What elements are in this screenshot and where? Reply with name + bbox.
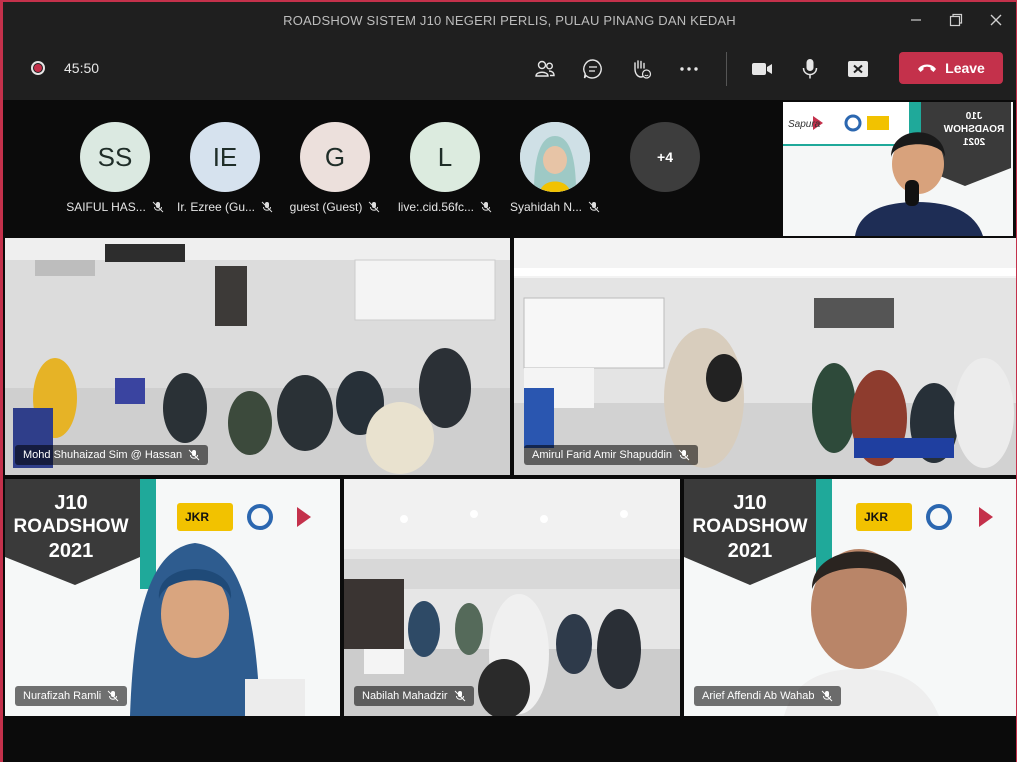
avatar-photo <box>520 122 590 192</box>
close-icon[interactable] <box>976 2 1016 38</box>
avatar: L <box>410 122 480 192</box>
stop-share-icon <box>848 61 868 77</box>
avatar: G <box>300 122 370 192</box>
window-controls <box>896 2 1016 38</box>
camera-button[interactable] <box>747 54 777 84</box>
raise-hand-icon <box>634 60 652 79</box>
participants-button[interactable] <box>530 54 560 84</box>
video-feed <box>5 238 510 475</box>
roadshow-badge: J10 ROADSHOW 2021 <box>692 492 808 562</box>
bottom-area <box>3 717 1016 762</box>
more-participants-item[interactable]: +4 <box>615 122 715 192</box>
video-tile[interactable]: Mohd Shuhaizad Sim @ Hassan <box>5 238 510 475</box>
mic-off-icon <box>821 690 832 702</box>
participant-name: Ir. Ezree (Gu... <box>176 200 256 214</box>
mic-off-icon <box>107 690 119 702</box>
roadshow-badge-mirrored: J10 ROADSHOW 2021 <box>943 111 1005 148</box>
tile-name-label: Mohd Shuhaizad Sim @ Hassan <box>15 445 209 465</box>
tile-name: Nabilah Mahadzir <box>362 690 448 702</box>
participant-avatar-item[interactable]: IE Ir. Ezree (Gu... <box>175 122 275 214</box>
restore-icon[interactable] <box>936 2 976 38</box>
tile-name: Amirul Farid Amir Shapuddin <box>532 449 673 461</box>
jkr-logo: JKR <box>185 510 210 524</box>
mic-off-icon <box>480 201 492 213</box>
meeting-timer: 45:50 <box>64 60 100 76</box>
participant-avatar-item[interactable]: SS SAIFUL HAS... <box>65 122 165 214</box>
roadshow-badge: J10 ROADSHOW 2021 <box>13 492 129 562</box>
more-icon <box>680 67 698 71</box>
mic-off-icon <box>261 201 273 213</box>
hang-up-icon <box>918 64 937 72</box>
microphone-button[interactable] <box>795 54 825 84</box>
chat-button[interactable] <box>578 54 608 84</box>
participant-name: live:.cid.56fc... <box>397 200 475 214</box>
window-title: ROADSHOW SISTEM J10 NEGERI PERLIS, PULAU… <box>283 12 736 28</box>
overflow-count[interactable]: +4 <box>630 122 700 192</box>
participant-name: SAIFUL HAS... <box>66 200 146 214</box>
people-icon <box>535 60 555 77</box>
participant-name: Syahidah N... <box>509 200 583 214</box>
video-tile[interactable]: Amirul Farid Amir Shapuddin <box>514 238 1017 475</box>
participant-strip: SS SAIFUL HAS... IE Ir. Ezree (Gu... G g… <box>3 100 783 236</box>
jkr-logo: JKR <box>864 510 889 524</box>
video-tile[interactable]: J10 ROADSHOW 2021 JKR Arief Affendi Ab W… <box>684 479 1017 716</box>
minimize-icon[interactable] <box>896 2 936 38</box>
mic-off-icon <box>454 690 465 702</box>
mic-off-icon <box>188 449 200 461</box>
reactions-button[interactable] <box>626 54 656 84</box>
leave-label: Leave <box>945 60 985 76</box>
tile-name-label: Amirul Farid Amir Shapuddin <box>524 445 699 465</box>
tile-name: Nurafizah Ramli <box>23 690 102 702</box>
avatar: SS <box>80 122 150 192</box>
tile-name: Mohd Shuhaizad Sim @ Hassan <box>23 449 183 461</box>
meeting-toolbar: 45:50 Leave <box>3 38 1016 100</box>
video-feed <box>514 238 1017 475</box>
mic-off-icon <box>368 201 380 213</box>
mic-off-icon <box>678 449 690 461</box>
recording-icon <box>31 61 45 75</box>
self-view-video[interactable]: Sapura J10 ROADSHOW 2021 <box>783 102 1013 236</box>
share-button[interactable] <box>843 54 873 84</box>
participant-avatar-item[interactable]: L live:.cid.56fc... <box>395 122 495 214</box>
leave-button[interactable]: Leave <box>899 52 1003 84</box>
microphone-icon <box>802 59 818 79</box>
participant-name: guest (Guest) <box>289 200 363 214</box>
mic-off-icon <box>588 201 600 213</box>
tile-name: Arief Affendi Ab Wahab <box>702 690 815 702</box>
more-actions-button[interactable] <box>674 54 704 84</box>
video-tile[interactable]: J10 ROADSHOW 2021 JKR Nurafizah Ramli <box>5 479 340 716</box>
mic-off-icon <box>152 201 164 213</box>
title-bar: ROADSHOW SISTEM J10 NEGERI PERLIS, PULAU… <box>3 2 1016 38</box>
sapura-logo: Sapura <box>788 119 821 130</box>
avatar: IE <box>190 122 260 192</box>
tile-name-label: Nabilah Mahadzir <box>354 686 474 706</box>
video-tile[interactable]: Nabilah Mahadzir <box>344 479 680 716</box>
participant-avatar-item[interactable]: G guest (Guest) <box>285 122 385 214</box>
video-camera-icon <box>752 63 772 75</box>
video-feed <box>344 479 680 716</box>
tile-name-label: Nurafizah Ramli <box>15 686 128 706</box>
toolbar-divider <box>726 52 727 86</box>
chat-icon <box>583 59 602 79</box>
participant-avatar-item[interactable]: Syahidah N... <box>505 122 605 214</box>
tile-name-label: Arief Affendi Ab Wahab <box>694 686 841 706</box>
